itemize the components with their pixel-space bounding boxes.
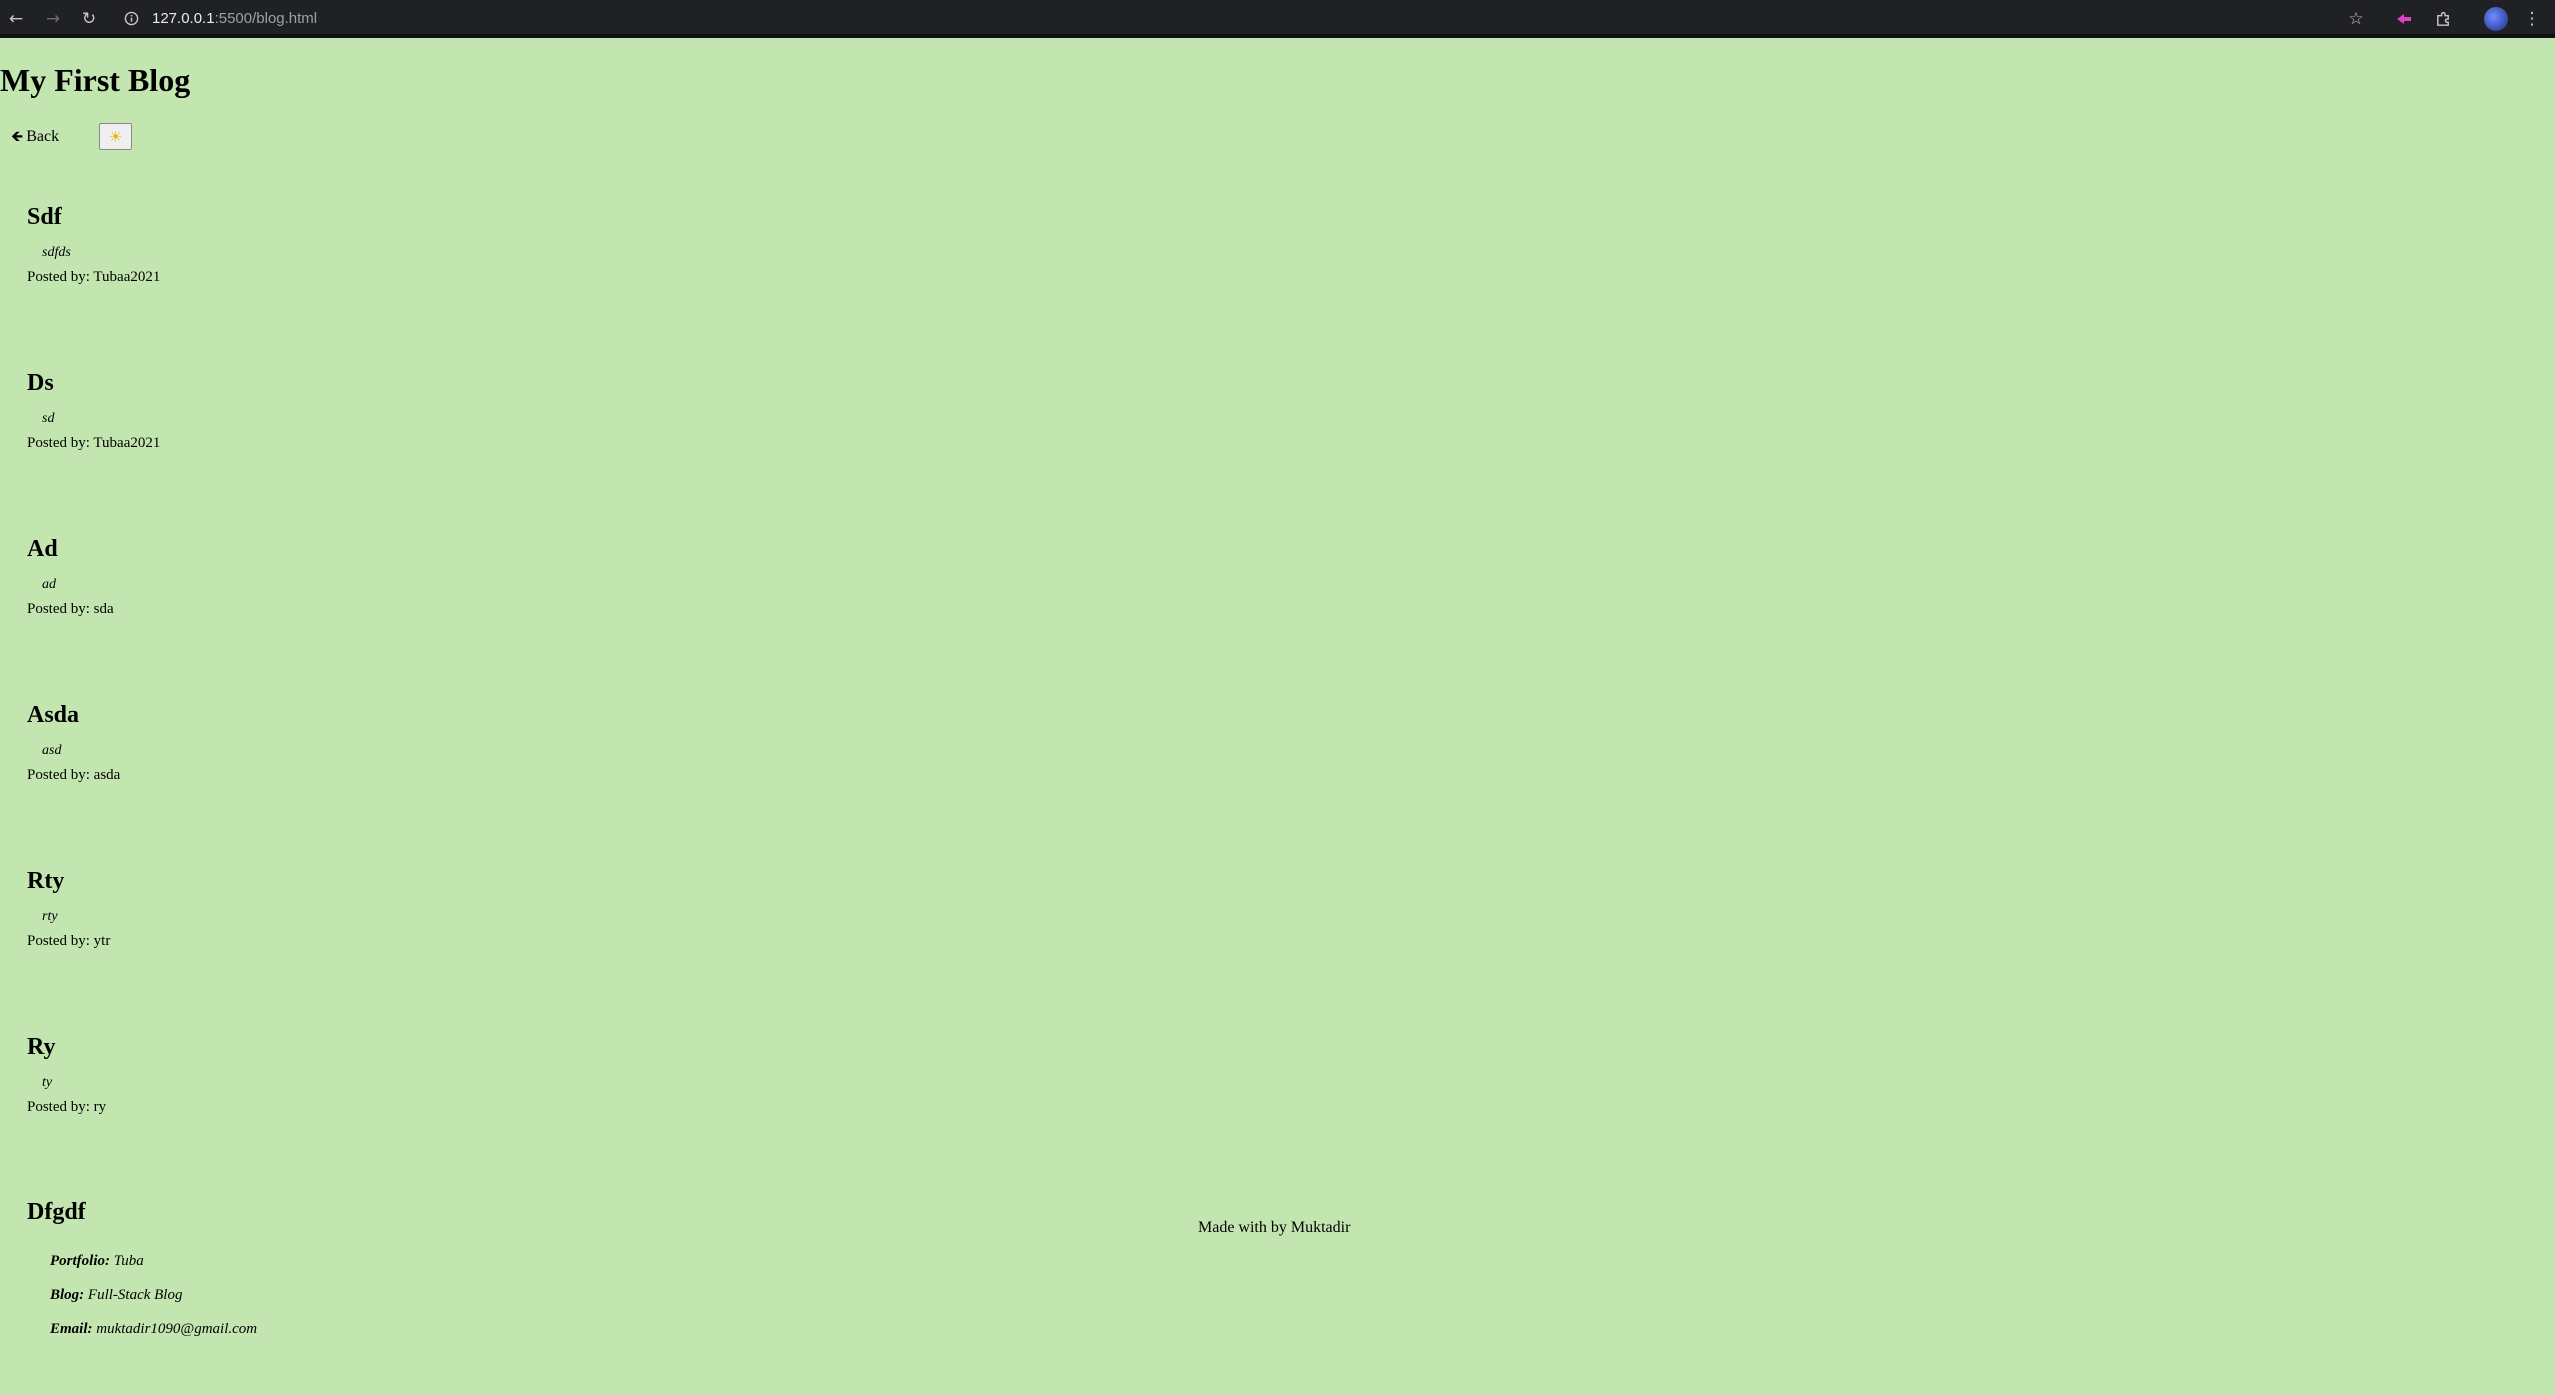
post-title: Dfgdf: [27, 1199, 86, 1225]
blog-post: Dfgdf: [27, 1197, 86, 1227]
blog-post: Asda asd Posted by: asda: [27, 700, 120, 784]
post-body: sd: [42, 411, 55, 426]
portfolio-link[interactable]: Tuba: [114, 1253, 144, 1269]
post-title: Ry: [27, 1034, 56, 1060]
address-bar[interactable]: 127.0.0.1:5500/blog.html: [152, 9, 317, 29]
blog-link[interactable]: Full-Stack Blog: [88, 1287, 183, 1303]
post-title: Sdf: [27, 204, 62, 230]
portfolio-label: Portfolio:: [50, 1253, 110, 1269]
url-path: :5500/blog.html: [214, 10, 318, 27]
post-body: asd: [42, 743, 62, 758]
post-body: ad: [42, 577, 56, 592]
browser-toolbar: ← → ↻ 127.0.0.1:5500/blog.html ☆ ⋮: [0, 0, 2555, 38]
footer-blog: Blog: Full-Stack Blog: [50, 1285, 257, 1319]
back-label: Back: [26, 128, 60, 145]
post-title: Asda: [27, 702, 80, 728]
post-author: Posted by: sda: [27, 601, 114, 617]
post-title: Ds: [27, 370, 54, 396]
site-info-icon[interactable]: [122, 9, 140, 27]
blog-post: Sdf sdfds Posted by: Tubaa2021: [27, 202, 160, 286]
reload-icon[interactable]: ↻: [76, 6, 102, 32]
profile-avatar[interactable]: [2484, 7, 2508, 31]
sun-icon: ☀: [108, 127, 123, 146]
post-author: Posted by: asda: [27, 767, 121, 783]
blog-post: Ds sd Posted by: Tubaa2021: [27, 368, 160, 452]
forward-arrow-icon[interactable]: →: [40, 6, 66, 32]
back-arrow-icon: 🡸: [11, 127, 24, 145]
post-body: sdfds: [42, 245, 71, 260]
bookmark-star-icon[interactable]: ☆: [2343, 6, 2369, 32]
footer-links: Portfolio: Tuba Blog: Full-Stack Blog Em…: [50, 1251, 257, 1353]
post-title: Rty: [27, 868, 65, 894]
post-author: Posted by: ry: [27, 1099, 107, 1115]
post-body: rty: [42, 909, 58, 924]
email-label: Email:: [50, 1321, 93, 1337]
blog-post: Ry ty Posted by: ry: [27, 1032, 106, 1116]
post-author: Posted by: ytr: [27, 933, 111, 949]
email-link[interactable]: muktadir1090@gmail.com: [96, 1321, 257, 1337]
blog-post: Ad ad Posted by: sda: [27, 534, 114, 618]
back-link[interactable]: 🡸 Back: [11, 126, 59, 147]
post-author: Posted by: Tubaa2021: [27, 269, 161, 285]
footer-portfolio: Portfolio: Tuba: [50, 1251, 257, 1285]
post-author: Posted by: Tubaa2021: [27, 435, 161, 451]
post-body: ty: [42, 1075, 53, 1090]
blog-post: Rty rty Posted by: ytr: [27, 866, 110, 950]
footer-email: Email: muktadir1090@gmail.com: [50, 1319, 257, 1353]
theme-toggle-button[interactable]: ☀: [99, 123, 132, 150]
footer-credit: Made with by Muktadir: [1198, 1219, 1351, 1236]
blog-label: Blog:: [50, 1287, 85, 1303]
kebab-menu-icon[interactable]: ⋮: [2519, 6, 2545, 32]
puzzle-icon[interactable]: [2430, 6, 2456, 32]
post-title: Ad: [27, 536, 58, 562]
extension-icon[interactable]: [2391, 6, 2417, 32]
url-host: 127.0.0.1: [152, 10, 215, 27]
back-arrow-icon[interactable]: ←: [3, 6, 29, 32]
page-title: My First Blog: [0, 62, 191, 98]
